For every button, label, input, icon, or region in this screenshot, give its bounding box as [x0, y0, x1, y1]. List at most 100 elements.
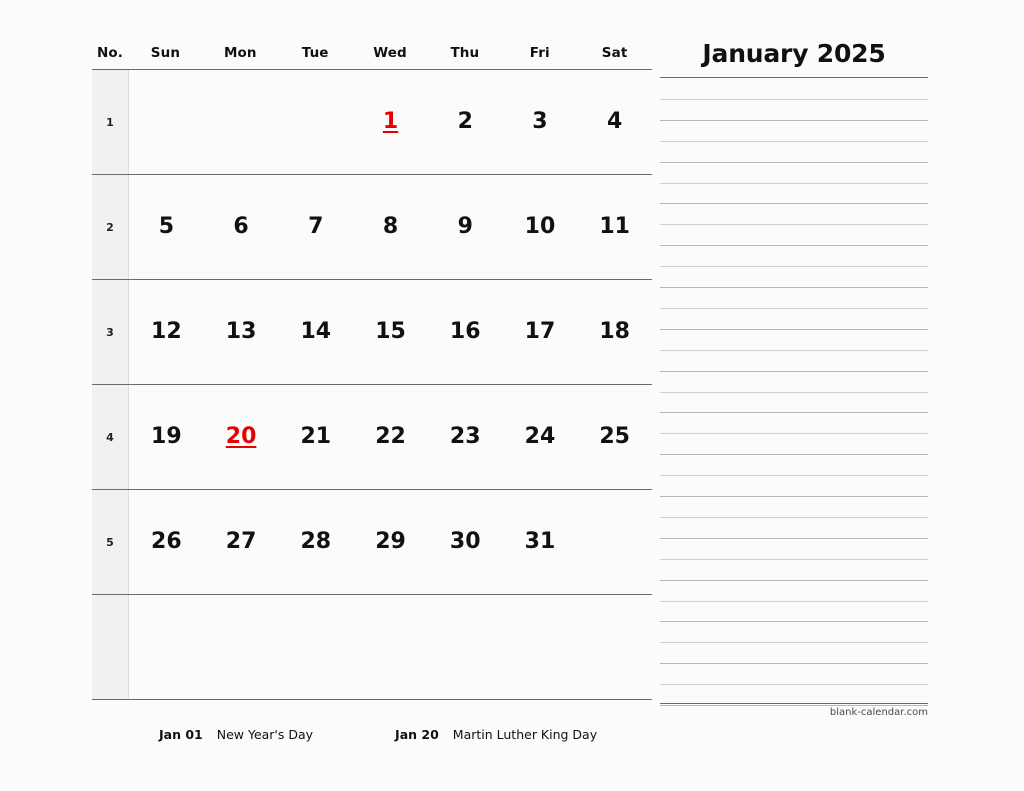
note-line[interactable] [660, 328, 928, 330]
calendar-week-row: 2 5 6 7 8 9 10 11 [92, 175, 652, 280]
day-cell[interactable]: 24 [503, 385, 578, 489]
day-cell[interactable]: 7 [278, 175, 353, 279]
week-number-cell: 1 [92, 70, 129, 174]
week-number-cell: 3 [92, 280, 129, 384]
holiday-date: Jan 20 [395, 726, 439, 742]
day-cell[interactable]: 25 [577, 385, 652, 489]
day-cell[interactable]: 10 [503, 175, 578, 279]
day-cell-empty [577, 595, 652, 699]
week-number-cell: 5 [92, 490, 129, 594]
note-line[interactable] [660, 349, 928, 351]
note-line[interactable] [660, 433, 928, 435]
note-line[interactable] [660, 412, 928, 414]
day-cell[interactable]: 17 [503, 280, 578, 384]
day-cell-empty [503, 595, 578, 699]
calendar-week-row: 11234 [92, 70, 652, 175]
note-line[interactable] [660, 579, 928, 581]
day-cell-empty [428, 595, 503, 699]
day-cell-empty [129, 595, 204, 699]
note-line[interactable] [660, 161, 928, 163]
weekday-header-sun: Sun [150, 44, 181, 61]
holiday-entry: Jan 20 Martin Luther King Day [395, 727, 597, 742]
week-number-cell: 2 [92, 175, 129, 279]
calendar-week-rows: 1 1 2 3 4 2 5 6 7 8 9 10 11 3 12 13 14 15 16 17 18 4 19 20 21 22 2… [92, 70, 652, 700]
note-line[interactable] [660, 266, 928, 268]
week-number-cell [92, 595, 129, 699]
day-cell-empty [577, 490, 652, 594]
note-line[interactable] [660, 224, 928, 226]
weekday-header-wed: Wed [373, 44, 407, 61]
calendar-page: No. Sun Mon Tue Wed Thu Fri Sat 11234256… [0, 0, 1024, 791]
calendar-grid-panel: No. Sun Mon Tue Wed Thu Fri Sat 11234256… [92, 36, 652, 704]
day-cell[interactable]: 26 [129, 490, 204, 594]
day-cell[interactable]: 3 [503, 70, 578, 174]
note-line[interactable] [660, 663, 928, 665]
note-line[interactable] [660, 203, 928, 205]
note-line[interactable] [660, 307, 928, 309]
weekday-header-row: No. Sun Mon Tue Wed Thu Fri Sat [92, 36, 652, 69]
day-cell[interactable]: 4 [577, 70, 652, 174]
note-line[interactable] [660, 496, 928, 497]
day-cell[interactable]: 21 [278, 385, 353, 489]
day-cell[interactable]: 12 [129, 280, 204, 384]
weekday-header-mon: Mon [223, 44, 257, 61]
holiday-date: Jan 01 [159, 726, 203, 742]
watermark-label: blank-calendar.com [829, 707, 928, 718]
note-line[interactable] [660, 119, 928, 121]
note-line[interactable] [660, 621, 928, 623]
day-cell[interactable]: 5 [129, 175, 204, 279]
note-line[interactable] [660, 558, 928, 560]
note-line[interactable] [660, 370, 928, 372]
note-line[interactable] [660, 600, 928, 602]
day-cell[interactable]: 29 [353, 490, 428, 594]
day-cell-holiday[interactable]: 1 [353, 70, 428, 174]
day-cell-empty [204, 70, 279, 174]
day-cell[interactable]: 18 [577, 280, 652, 384]
day-cell[interactable]: 13 [204, 280, 279, 384]
weekday-header-thu: Thu [450, 44, 480, 61]
note-line[interactable] [660, 537, 928, 539]
weekday-header-sat: Sat [601, 44, 628, 61]
weekday-header-number: No. [96, 44, 123, 61]
day-cell[interactable]: 28 [278, 490, 353, 594]
day-cell-holiday[interactable]: 20 [204, 385, 279, 489]
note-line[interactable] [660, 140, 928, 142]
notes-bottom-rule [660, 703, 928, 704]
page-title: January 2025 [702, 39, 886, 68]
note-line[interactable] [660, 475, 928, 477]
note-line[interactable] [660, 98, 928, 100]
notes-panel: January 2025 blank-calendar.com [660, 36, 928, 718]
day-cell[interactable]: 31 [503, 490, 578, 594]
note-line[interactable] [660, 516, 928, 518]
day-cell[interactable]: 22 [353, 385, 428, 489]
note-line[interactable] [660, 705, 928, 706]
day-cell-empty [353, 595, 428, 699]
day-cell[interactable]: 16 [428, 280, 503, 384]
note-line[interactable] [660, 684, 928, 686]
holiday-entry: Jan 01 New Year's Day [159, 727, 313, 742]
day-cell-empty [278, 70, 353, 174]
day-cell-empty [129, 70, 204, 174]
calendar-week-row [92, 595, 652, 700]
day-cell[interactable]: 23 [428, 385, 503, 489]
holiday-legend: Jan 01 New Year's Day Jan 20 Martin Luth… [92, 722, 652, 746]
day-cell[interactable]: 11 [577, 175, 652, 279]
day-cell[interactable]: 2 [428, 70, 503, 174]
note-line[interactable] [660, 454, 928, 456]
note-line[interactable] [660, 287, 928, 288]
day-cell[interactable]: 14 [278, 280, 353, 384]
day-cell[interactable]: 8 [353, 175, 428, 279]
day-cell[interactable]: 19 [129, 385, 204, 489]
note-line[interactable] [660, 245, 928, 247]
day-cell[interactable]: 30 [428, 490, 503, 594]
weekday-header-fri: Fri [529, 44, 550, 61]
day-cell[interactable]: 6 [204, 175, 279, 279]
note-line[interactable] [660, 182, 928, 184]
holiday-name: Martin Luther King Day [452, 726, 598, 742]
day-cell[interactable]: 27 [204, 490, 279, 594]
day-cell[interactable]: 9 [428, 175, 503, 279]
day-cell[interactable]: 15 [353, 280, 428, 384]
note-line[interactable] [660, 642, 928, 644]
notes-ruled-lines[interactable] [660, 78, 928, 706]
note-line[interactable] [660, 391, 928, 393]
